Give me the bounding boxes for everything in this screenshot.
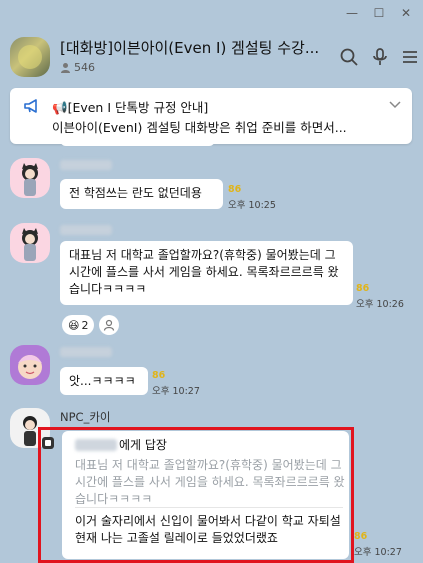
message-time: 오후 10:25 (228, 200, 276, 211)
pinned-notice[interactable]: 📢[Even I 단톡방 규정 안내] 이븐아이(EvenI) 겜설팅 대화방은… (10, 88, 412, 144)
message-bubble: 전 학점쓰는 란도 없던데용 (60, 179, 223, 209)
close-button[interactable]: ✕ (397, 4, 415, 22)
unread-count: 86 (152, 370, 166, 381)
avatar[interactable] (10, 158, 50, 198)
reply-divider (75, 507, 343, 508)
minimize-button[interactable]: — (343, 4, 361, 22)
add-reaction-button[interactable] (99, 315, 119, 335)
reply-target-name (75, 438, 117, 451)
maximize-button[interactable]: ☐ (370, 4, 388, 22)
message-time: 오후 10:27 (152, 386, 200, 397)
unread-count: 86 (228, 184, 242, 195)
reply-label: 에게 답장 (119, 438, 167, 452)
mic-icon[interactable] (369, 46, 391, 68)
quoted-message[interactable]: 대표님 저 대학교 졸업할까요?(휴학중) 물어봤는데 그시간에 플스를 사서 … (75, 457, 345, 508)
unread-count: 86 (356, 283, 370, 294)
message-time: 오후 10:27 (354, 547, 402, 558)
reaction-count: 2 (81, 318, 89, 332)
notice-title: 📢[Even I 단톡방 규정 안내] (52, 100, 209, 115)
member-count-value: 546 (74, 61, 95, 74)
message-bubble-partial (60, 138, 215, 146)
notice-body: 이븐아이(EvenI) 겜설팅 대화방은 취업 준비를 하면서... (52, 120, 347, 135)
person-icon (61, 63, 70, 73)
search-icon[interactable] (338, 46, 360, 68)
message-bubble: 앗...ㅋㅋㅋㅋ (60, 367, 148, 395)
title-bar: — ☐ ✕ (0, 0, 423, 26)
menu-icon[interactable] (399, 46, 421, 68)
avatar[interactable] (10, 345, 50, 385)
sender-name: NPC_카이 (60, 410, 111, 424)
sender-name (60, 347, 112, 357)
unread-count: 86 (354, 531, 368, 542)
chat-header: [대화방]이븐아이(Even I) 겜설팅 수강... 546 (0, 26, 423, 82)
member-count[interactable]: 546 (60, 61, 95, 74)
message-time: 오후 10:26 (356, 299, 404, 310)
avatar-image (22, 163, 38, 196)
laugh-emoji-icon: 😆 (68, 318, 80, 332)
sender-name (60, 225, 112, 235)
message-bubble: 대표님 저 대학교 졸업할까요?(휴학중) 물어봤는데 그시간에 플스를 사서 … (60, 241, 353, 305)
reaction-badge[interactable]: 😆 2 (62, 315, 94, 335)
sender-name (60, 160, 112, 170)
avatar-image (22, 228, 38, 261)
reply-message-text: 이거 술자리에서 신입이 물어봐서 다같이 학교 자퇴설 현재 나는 고졸설 릴… (75, 514, 341, 545)
room-title: [대화방]이븐아이(Even I) 겜설팅 수강... (60, 39, 320, 57)
person-icon (103, 319, 115, 331)
megaphone-icon (24, 99, 37, 113)
reply-target[interactable]: 에게 답장 (75, 436, 167, 453)
chevron-down-icon[interactable] (388, 100, 402, 110)
avatar-image (18, 355, 42, 379)
avatar[interactable] (10, 223, 50, 263)
room-avatar[interactable] (10, 37, 50, 77)
